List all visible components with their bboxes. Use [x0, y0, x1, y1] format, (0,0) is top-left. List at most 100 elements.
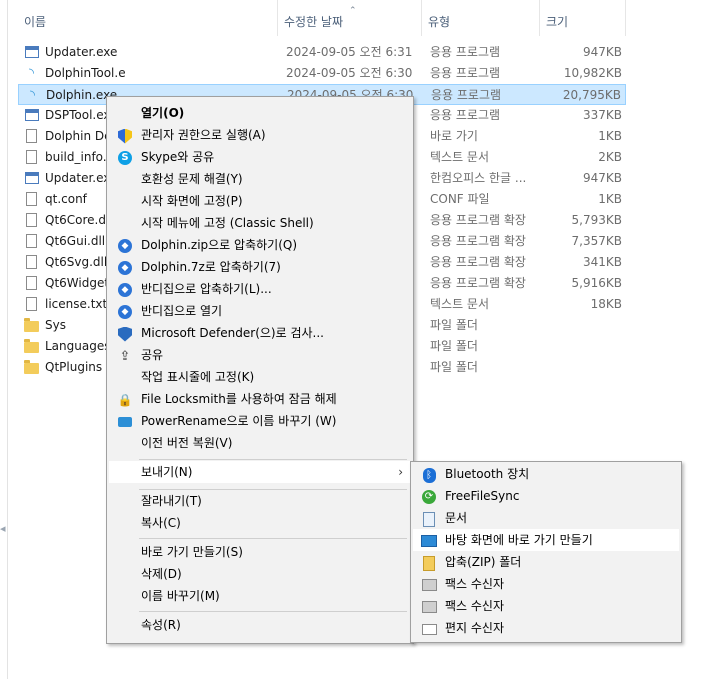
menu-item-label: 반디집으로 압축하기(L)... [141, 282, 272, 296]
send-to-item[interactable]: 압축(ZIP) 폴더 [413, 551, 679, 573]
file-type: 파일 폴더 [430, 360, 478, 374]
context-menu-item[interactable]: ⇪ 공유 [109, 344, 411, 366]
context-menu-item[interactable]: 복사(C) [109, 512, 411, 534]
context-menu-item[interactable]: 열기(O) [109, 102, 411, 124]
freefilesync-icon: ⟳ [421, 489, 437, 505]
navigation-pane-edge: ◂ [0, 0, 8, 679]
file-type: 응용 프로그램 확장 [430, 213, 526, 227]
menu-separator [139, 611, 407, 612]
send-to-item[interactable]: ᛒ Bluetooth 장치 [413, 463, 679, 485]
column-header-name-label: 이름 [24, 15, 47, 29]
send-to-item[interactable]: 팩스 수신자 [413, 595, 679, 617]
file-type: 텍스트 문서 [430, 297, 490, 311]
context-menu-item[interactable]: 이름 바꾸기(M) [109, 585, 411, 607]
context-menu-item[interactable]: 삭제(D) [109, 563, 411, 585]
column-header-size[interactable]: 크기 [540, 0, 626, 36]
file-row[interactable]: Updater.exe 2024-09-05 오전 6:31 응용 프로그램 947K… [18, 42, 626, 63]
file-size: 20,795KB [562, 88, 621, 102]
fax-icon [421, 599, 437, 615]
context-menu-item[interactable]: 시작 메뉴에 고정 (Classic Shell) [109, 212, 411, 234]
send-to-item[interactable]: 바탕 화면에 바로 가기 만들기 [413, 529, 679, 551]
file-type: 응용 프로그램 [430, 108, 501, 122]
menu-item-label: 보내기(N) [141, 465, 193, 479]
dll-icon [24, 213, 39, 227]
context-menu-item[interactable]: 호환성 문제 해결(Y) [109, 168, 411, 190]
menu-item-label: Dolphin.zip으로 압축하기(Q) [141, 238, 298, 252]
desktop-icon [421, 533, 437, 549]
skype-icon: S [117, 150, 133, 166]
dolphin-icon: ◝ [28, 65, 35, 81]
file-type: 응용 프로그램 확장 [430, 234, 526, 248]
file-type: 바로 가기 [430, 129, 478, 143]
menu-item-label: 바로 가기 만들기(S) [141, 545, 243, 559]
menu-item-label: File Locksmith를 사용하여 잠금 해제 [141, 392, 337, 406]
menu-item-label: Dolphin.7z로 압축하기(7) [141, 260, 281, 274]
file-size: 1KB [598, 129, 622, 143]
context-menu-item[interactable]: ◆ Dolphin.7z로 압축하기(7) [109, 256, 411, 278]
send-to-submenu: ᛒ Bluetooth 장치 ⟳ FreeFileSync 문서바탕 화면에 바로 가기… [410, 461, 682, 643]
bandizip-icon: ◆ [117, 238, 133, 254]
properties-menu-item[interactable]: 속성(R) [109, 614, 411, 636]
menu-item-label: 삭제(D) [141, 567, 182, 581]
menu-item-label: Bluetooth 장치 [445, 467, 530, 481]
send-to-menu-item[interactable]: 보내기(N) › [109, 461, 411, 483]
context-menu-item[interactable]: 잘라내기(T) [109, 490, 411, 512]
context-menu-item[interactable]: 관리자 권한으로 실행(A) [109, 124, 411, 146]
menu-separator [139, 538, 407, 539]
context-menu-item[interactable]: Microsoft Defender(으)로 검사... [109, 322, 411, 344]
context-menu-item[interactable]: ◆ 반디집으로 열기 [109, 300, 411, 322]
send-to-item[interactable]: ⟳ FreeFileSync [413, 485, 679, 507]
file-row[interactable]: ◝ DolphinTool.exe 2024-09-05 오전 6:30 응용 프로그… [18, 63, 626, 84]
submenu-arrow-icon: › [398, 465, 403, 479]
share-icon: ⇪ [119, 348, 131, 364]
send-to-item[interactable]: 편지 수신자 [413, 617, 679, 639]
context-menu-item[interactable]: 이전 버전 복원(V) [109, 432, 411, 454]
menu-item-label: 호환성 문제 해결(Y) [141, 172, 243, 186]
menu-item-label: 이름 바꾸기(M) [141, 589, 220, 603]
column-header-name[interactable]: 이름 [18, 0, 278, 36]
menu-item-label: 팩스 수신자 [445, 577, 505, 591]
send-to-item[interactable]: 팩스 수신자 [413, 573, 679, 595]
context-menu-item[interactable]: 바로 가기 만들기(S) [109, 541, 411, 563]
context-menu-item[interactable]: 시작 화면에 고정(P) [109, 190, 411, 212]
context-menu-item[interactable]: ◆ Dolphin.zip으로 압축하기(Q) [109, 234, 411, 256]
bandizip-icon: ◆ [117, 282, 133, 298]
dolphin-icon: ◝ [29, 87, 36, 103]
column-header-bar: 이름 수정한 날짜 ⌃ 유형 크기 [8, 0, 723, 36]
column-header-date-label: 수정한 날짜 [284, 15, 344, 29]
context-menu-item[interactable]: PowerRename으로 이름 바꾸기 (W) [109, 410, 411, 432]
bandizip-icon: ◆ [117, 260, 133, 276]
folder-icon [24, 359, 39, 374]
file-type: 응용 프로그램 확장 [430, 276, 526, 290]
file-type: 파일 폴더 [430, 318, 478, 332]
menu-item-label: PowerRename으로 이름 바꾸기 (W) [141, 414, 337, 428]
column-header-type[interactable]: 유형 [422, 0, 540, 36]
defender-icon [117, 326, 133, 342]
shortcut-icon [24, 129, 39, 143]
context-menu-item[interactable]: 🔒 File Locksmith를 사용하여 잠금 해제 [109, 388, 411, 410]
context-menu-item[interactable]: 작업 표시줄에 고정(K) [109, 366, 411, 388]
text-file-icon [24, 192, 39, 206]
sort-ascending-icon: ⌃ [349, 6, 357, 16]
file-type: 응용 프로그램 [430, 66, 501, 80]
menu-item-label: 복사(C) [141, 516, 181, 530]
dll-icon [24, 276, 39, 290]
send-to-item[interactable]: 문서 [413, 507, 679, 529]
menu-item-label: 팩스 수신자 [445, 599, 505, 613]
context-menu-item[interactable]: ◆ 반디집으로 압축하기(L)... [109, 278, 411, 300]
documents-icon [421, 511, 437, 527]
menu-item-label: 문서 [445, 511, 468, 525]
file-size: 947KB [582, 45, 622, 59]
bluetooth-icon: ᛒ [421, 467, 437, 483]
file-size: 337KB [582, 108, 622, 122]
file-size: 1KB [598, 192, 622, 206]
menu-item-label: FreeFileSync [445, 489, 520, 503]
menu-item-label: 열기(O) [141, 106, 185, 120]
text-file-icon [24, 150, 39, 164]
folder-icon [24, 338, 39, 353]
context-menu-item[interactable]: S Skype와 공유 [109, 146, 411, 168]
menu-item-label: 속성(R) [141, 618, 181, 632]
menu-item-label: 반디집으로 열기 [141, 304, 223, 318]
exe-icon [24, 45, 39, 59]
menu-item-label: 이전 버전 복원(V) [141, 436, 233, 450]
